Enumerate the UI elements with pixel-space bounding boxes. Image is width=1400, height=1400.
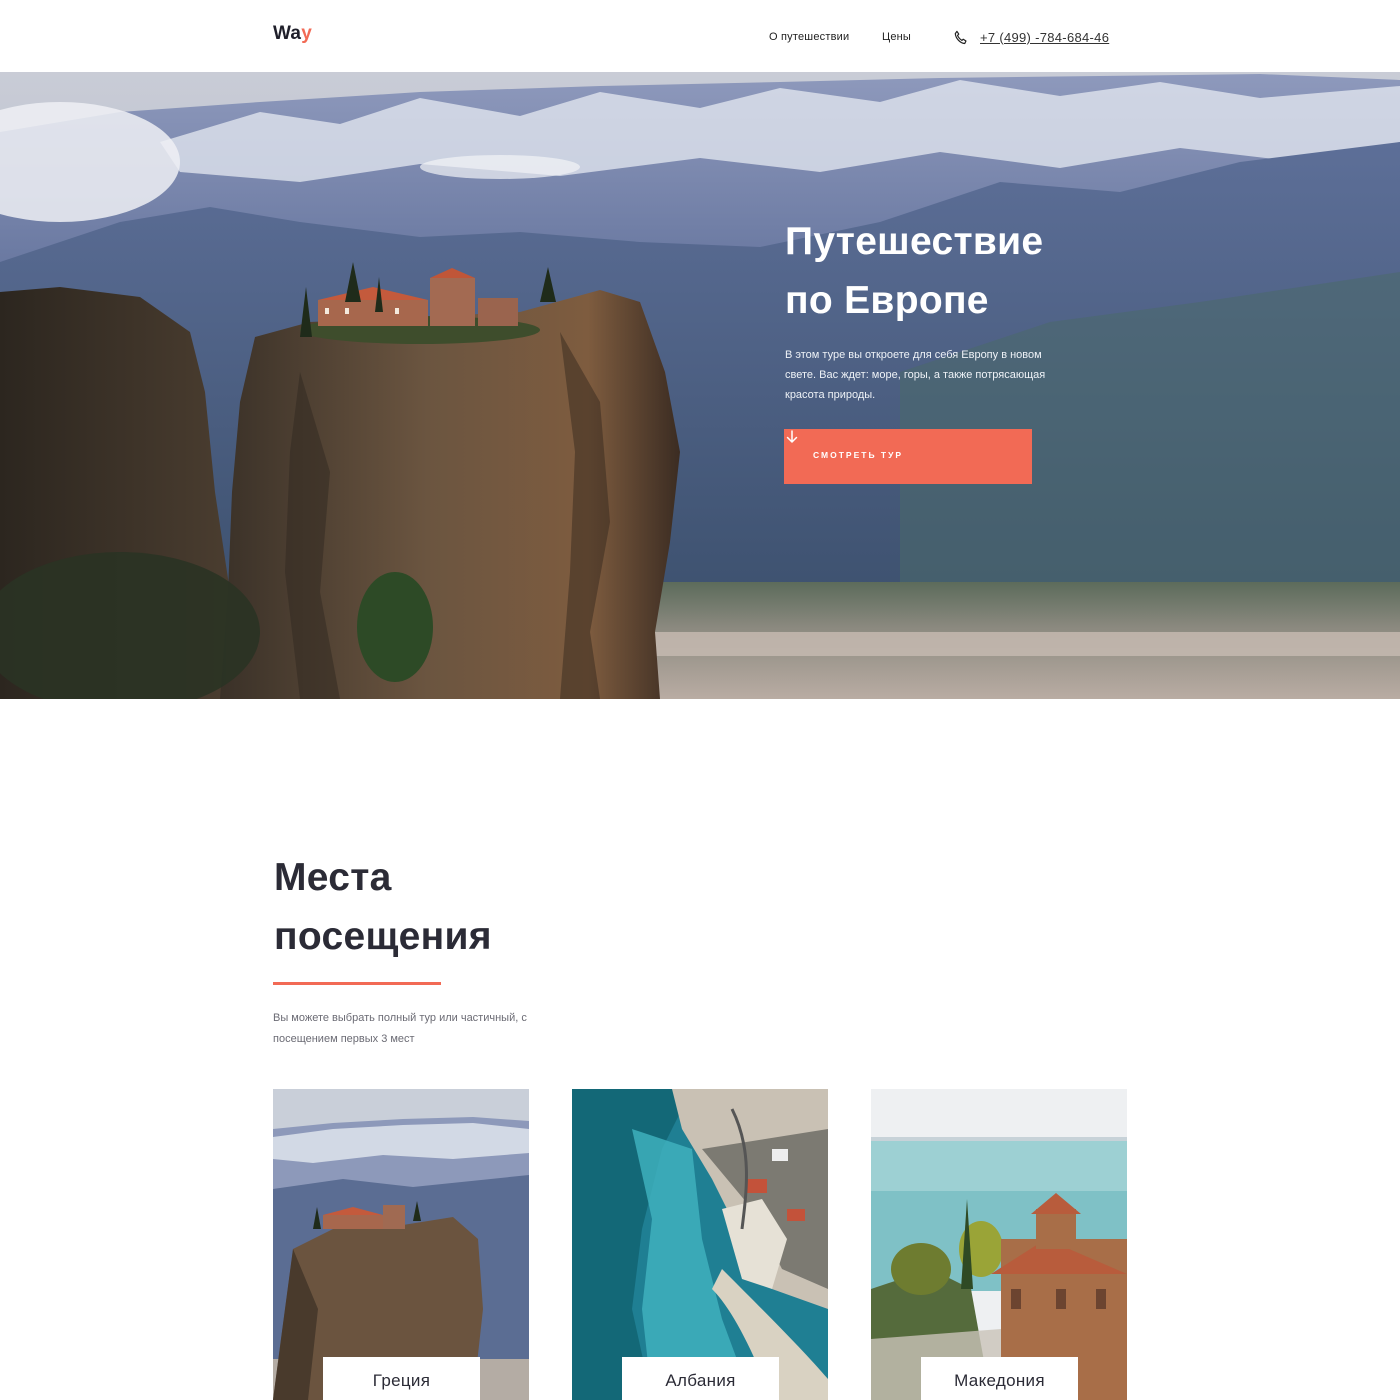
hero-title-line-2: по Европе <box>785 279 989 322</box>
hero-title-line-1: Путешествие <box>785 220 1044 263</box>
places-title: Места посещения <box>274 848 674 966</box>
place-card-label: Македония <box>921 1357 1078 1400</box>
place-card-greece[interactable]: Греция <box>273 1089 529 1400</box>
places-title-line-1: Места <box>274 856 392 899</box>
albania-photo <box>572 1089 828 1400</box>
hero-title: Путешествие по Европе <box>785 212 1205 330</box>
hero-section: Путешествие по Европе В этом туре вы отк… <box>0 72 1400 699</box>
view-tour-button-label: СМОТРЕТЬ ТУР <box>813 450 904 460</box>
phone-icon <box>954 30 967 45</box>
places-title-line-2: посещения <box>274 915 492 958</box>
view-tour-button[interactable]: СМОТРЕТЬ ТУР <box>784 429 1032 484</box>
logo[interactable]: Way <box>273 23 312 45</box>
site-header: Way О путешествии Цены +7 (499) -784-684… <box>0 0 1400 72</box>
hero-description: В этом туре вы откроете для себя Европу … <box>785 349 1046 401</box>
logo-text: Wa <box>273 23 302 44</box>
nav-link-prices[interactable]: Цены <box>882 31 911 43</box>
place-card-albania[interactable]: Албания <box>572 1089 828 1400</box>
hero-background-image <box>0 72 1400 699</box>
macedonia-photo <box>871 1089 1127 1400</box>
greece-photo <box>273 1089 529 1400</box>
places-description: Вы можете выбрать полный тур или частичн… <box>273 1012 527 1045</box>
nav-link-about[interactable]: О путешествии <box>769 31 849 43</box>
title-underline-divider <box>273 982 441 985</box>
place-card-label: Греция <box>323 1357 480 1400</box>
place-card-macedonia[interactable]: Македония <box>871 1089 1127 1400</box>
arrow-down-icon <box>786 430 798 443</box>
logo-accent: y <box>301 23 312 44</box>
phone-link[interactable]: +7 (499) -784-684-46 <box>980 30 1109 45</box>
place-card-label: Албания <box>622 1357 779 1400</box>
